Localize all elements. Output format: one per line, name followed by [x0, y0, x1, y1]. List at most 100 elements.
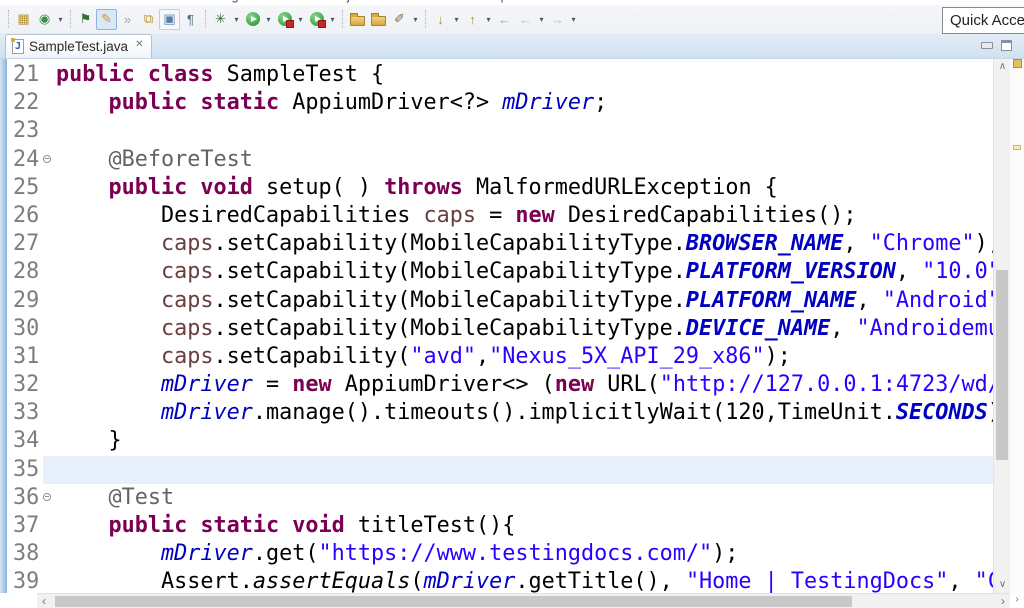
code-line[interactable]: 38 mDriver.get("https://www.testingdocs.…	[7, 540, 1010, 568]
line-body[interactable]: DesiredCapabilities caps = new DesiredCa…	[43, 202, 1010, 230]
back-icon[interactable]: ←	[515, 9, 536, 30]
open-folder-icon[interactable]	[368, 9, 389, 30]
code-line[interactable]: 26 DesiredCapabilities caps = new Desire…	[7, 202, 1010, 230]
menu-item[interactable]: Refactor	[135, 0, 198, 3]
line-body[interactable]	[43, 117, 1010, 145]
profile-icon[interactable]	[306, 9, 327, 30]
code-line[interactable]: 36 @Test	[7, 484, 1010, 512]
import-icon[interactable]: ↓	[430, 9, 451, 30]
vertical-scrollbar[interactable]: ∧ ∨	[993, 59, 1010, 593]
code-line[interactable]: 37 public static void titleTest(){	[7, 512, 1010, 540]
menu-item[interactable]: Source	[80, 0, 136, 3]
open-perspective-icon[interactable]: ◉	[34, 9, 55, 30]
line-number[interactable]: 21	[7, 61, 43, 89]
code-line[interactable]: 28 caps.setCapability(MobileCapabilityTy…	[7, 258, 1010, 286]
code-line[interactable]: 24 @BeforeTest	[7, 146, 1010, 174]
code-line[interactable]: 27 caps.setCapability(MobileCapabilityTy…	[7, 230, 1010, 258]
line-number[interactable]: 34	[7, 427, 43, 455]
scroll-right-icon[interactable]: ›	[996, 594, 1010, 608]
line-body[interactable]: public static void titleTest(){	[43, 512, 1010, 540]
code-line[interactable]: 34 }	[7, 427, 1010, 455]
line-body[interactable]: public void setup( ) throws MalformedURL…	[43, 174, 1010, 202]
new-wizard-icon[interactable]: ▦	[13, 9, 34, 30]
fold-marker-icon[interactable]	[43, 493, 51, 501]
line-body[interactable]: caps.setCapability(MobileCapabilityType.…	[43, 258, 1010, 286]
fold-marker-icon[interactable]	[43, 155, 51, 163]
tab-sampletest-java[interactable]: J SampleTest.java ✕	[5, 34, 152, 58]
forward-dropdown-icon[interactable]: ▾	[568, 15, 579, 24]
menu-item[interactable]: File	[6, 0, 42, 3]
vertical-scroll-thumb[interactable]	[996, 270, 1008, 460]
skip-breakpoints-icon[interactable]: »	[117, 9, 138, 30]
line-number[interactable]: 32	[7, 371, 43, 399]
menu-item[interactable]: Run	[374, 0, 413, 3]
show-whitespace-icon[interactable]: ¶	[180, 9, 201, 30]
line-body[interactable]: }	[43, 427, 1010, 455]
menu-item[interactable]: Search	[264, 0, 320, 3]
maximize-icon[interactable]	[1001, 40, 1012, 51]
line-body[interactable]: mDriver.get("https://www.testingdocs.com…	[43, 540, 1010, 568]
profile-dropdown-icon[interactable]: ▾	[327, 15, 338, 24]
annotations-icon[interactable]: ▣	[159, 9, 180, 30]
run-icon[interactable]	[242, 9, 263, 30]
launch-dropdown-icon[interactable]: ▾	[410, 15, 421, 24]
code-line[interactable]: 29 caps.setCapability(MobileCapabilityTy…	[7, 287, 1010, 315]
line-number[interactable]: 31	[7, 343, 43, 371]
debug-icon[interactable]: ✳	[210, 9, 231, 30]
current-line-highlight[interactable]	[43, 456, 1010, 484]
code-line[interactable]: 30 caps.setCapability(MobileCapabilityTy…	[7, 315, 1010, 343]
flag-icon[interactable]: ⚑	[75, 9, 96, 30]
code-line[interactable]: 31 caps.setCapability("avd","Nexus_5X_AP…	[7, 343, 1010, 371]
line-number[interactable]: 28	[7, 258, 43, 286]
menu-item[interactable]: Project	[320, 0, 375, 3]
minimize-icon[interactable]	[981, 42, 993, 49]
export-icon[interactable]: ↑	[462, 9, 483, 30]
line-number[interactable]: 38	[7, 540, 43, 568]
menu-item[interactable]: Navigate	[199, 0, 264, 3]
debug-dropdown-icon[interactable]: ▾	[231, 15, 242, 24]
code-editor[interactable]: 21public class SampleTest {22 public sta…	[0, 59, 1024, 608]
line-body[interactable]: caps.setCapability(MobileCapabilityType.…	[43, 230, 1010, 258]
code-line[interactable]: 25 public void setup( ) throws Malformed…	[7, 174, 1010, 202]
mark-occurrences-icon[interactable]: ✎	[96, 9, 117, 30]
code-line[interactable]: 35	[7, 456, 1010, 484]
line-number[interactable]: 35	[7, 456, 43, 484]
line-number[interactable]: 24	[7, 146, 43, 174]
menu-item[interactable]: Help	[474, 0, 516, 3]
coverage-icon[interactable]	[274, 9, 295, 30]
line-number[interactable]: 22	[7, 89, 43, 117]
templates-icon[interactable]: ⧉	[138, 9, 159, 30]
line-body[interactable]: mDriver = new AppiumDriver<> (new URL("h…	[43, 371, 1010, 399]
scroll-down-icon[interactable]: ∨	[994, 578, 1011, 592]
horizontal-scroll-thumb[interactable]	[55, 596, 852, 607]
overview-marker[interactable]	[1013, 59, 1022, 68]
import-dropdown-icon[interactable]: ▾	[451, 15, 462, 24]
quick-access-input[interactable]: Quick Access	[942, 7, 1024, 34]
export-dropdown-icon[interactable]: ▾	[483, 15, 494, 24]
scroll-up-icon[interactable]: ∧	[994, 60, 1011, 74]
line-number[interactable]: 29	[7, 287, 43, 315]
line-body[interactable]: mDriver.manage().timeouts().implicitlyWa…	[43, 399, 1010, 427]
scroll-left-icon[interactable]: ‹	[37, 594, 51, 608]
code-line[interactable]: 22 public static AppiumDriver<?> mDriver…	[7, 89, 1010, 117]
forward-icon[interactable]: →	[547, 9, 568, 30]
launch-icon[interactable]: ✐	[389, 9, 410, 30]
horizontal-scrollbar[interactable]: ‹ ›	[37, 593, 1010, 608]
back-dropdown-icon[interactable]: ▾	[536, 15, 547, 24]
line-number[interactable]: 37	[7, 512, 43, 540]
menu-item[interactable]: Window	[413, 0, 473, 3]
tab-close-icon[interactable]: ✕	[135, 39, 143, 50]
last-edit-location-icon[interactable]: ←	[494, 9, 515, 30]
code-line[interactable]: 23	[7, 117, 1010, 145]
line-body[interactable]: @BeforeTest	[43, 146, 1010, 174]
line-body[interactable]: public class SampleTest {	[43, 61, 1010, 89]
menu-item[interactable]: Edit	[42, 0, 80, 3]
line-body[interactable]: caps.setCapability("avd","Nexus_5X_API_2…	[43, 343, 1010, 371]
open-file-icon[interactable]	[347, 9, 368, 30]
code-line[interactable]: 32 mDriver = new AppiumDriver<> (new URL…	[7, 371, 1010, 399]
line-number[interactable]: 25	[7, 174, 43, 202]
new-wizard-dropdown-icon[interactable]: ▾	[55, 15, 66, 24]
coverage-dropdown-icon[interactable]: ▾	[295, 15, 306, 24]
line-number[interactable]: 26	[7, 202, 43, 230]
line-body[interactable]: public static AppiumDriver<?> mDriver;	[43, 89, 1010, 117]
